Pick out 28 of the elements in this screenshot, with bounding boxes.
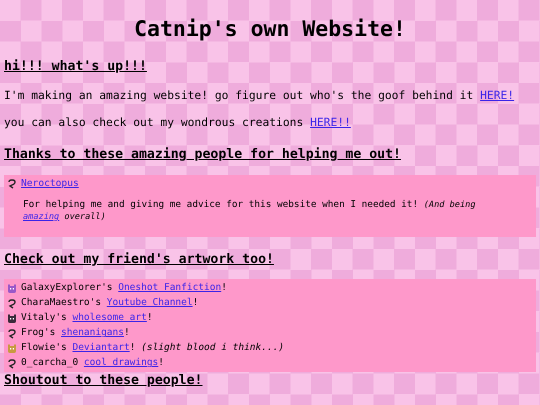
section-heading: Check out my friend's artwork too!	[4, 251, 275, 269]
artwork-credit: CharaMaestro's Youtube Channel!	[21, 296, 198, 310]
link[interactable]: Deviantart	[72, 342, 130, 354]
question-mark-icon	[7, 358, 17, 368]
artwork-credit: GalaxyExplorer's Oneshot Fanfiction!	[21, 281, 227, 296]
intro-text: I'm making an amazing website! go figure out who's the goof behind it HERE!	[4, 88, 516, 103]
section-heading: Shoutout to these people!	[4, 372, 204, 390]
page-title: Catnip's own Website!	[133, 16, 407, 43]
link[interactable]: Oneshot Fanfiction	[118, 282, 222, 294]
thanks-text: For helping me and giving me advice for this website when I needed it! (And being amazing overall)	[22, 199, 476, 223]
link[interactable]: cool drawings	[84, 357, 158, 368]
question-mark-icon	[7, 328, 17, 338]
question-mark-icon	[7, 298, 17, 308]
artwork-credit: Frog's shenanigans!	[21, 326, 130, 340]
artwork-credit: Vitaly's wholesome art!	[21, 311, 153, 326]
link[interactable]: HERE!	[480, 89, 514, 102]
link[interactable]: Neroctopus	[21, 177, 79, 191]
section-heading: Thanks to these amazing people for helping me out!	[4, 146, 402, 164]
section-heading: hi!!! what's up!!!	[4, 58, 148, 76]
artwork-credit: Flowie's Deviantart! (slight blood i think...)	[21, 341, 284, 356]
link[interactable]: HERE!!	[310, 116, 351, 129]
link[interactable]: shenanigans	[61, 327, 124, 338]
link[interactable]: amazing	[23, 212, 60, 222]
link[interactable]: wholesome art	[72, 312, 147, 324]
intro-text: you can also check out my wondrous creations HERE!!	[4, 115, 352, 130]
artwork-credit: 0_carcha_0 cool drawings!	[21, 356, 164, 370]
question-mark-icon	[7, 179, 17, 189]
link[interactable]: Youtube Channel	[106, 297, 193, 308]
